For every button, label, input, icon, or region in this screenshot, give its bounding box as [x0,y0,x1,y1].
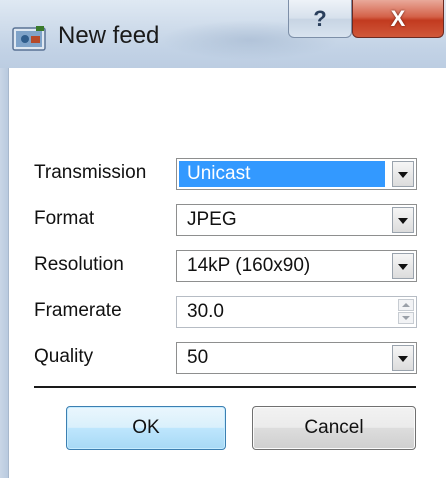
format-value: JPEG [187,209,237,230]
divider [34,386,416,388]
close-icon: X [390,5,406,31]
window-title: New feed [58,22,160,49]
cancel-button[interactable]: Cancel [252,406,416,450]
format-label: Format [34,208,95,229]
help-button[interactable]: ? [288,0,352,38]
transmission-dropdown[interactable]: Unicast [176,158,417,190]
transmission-value: Unicast [187,163,251,184]
help-icon: ? [313,5,327,31]
spinner-buttons [398,299,414,325]
resolution-label: Resolution [34,254,124,275]
spin-down-icon[interactable] [398,312,414,324]
quality-label: Quality [34,346,94,367]
chevron-down-icon[interactable] [392,345,414,371]
chevron-down-icon[interactable] [392,161,414,187]
transmission-label: Transmission [34,162,147,183]
framerate-label: Framerate [34,300,122,321]
framerate-spinner[interactable]: 30.0 [176,296,417,328]
format-dropdown[interactable]: JPEG [176,204,417,236]
chevron-down-icon[interactable] [392,253,414,279]
chevron-down-icon[interactable] [392,207,414,233]
quality-value: 50 [187,347,209,368]
resolution-value: 14kP (160x90) [187,255,311,276]
resolution-dropdown[interactable]: 14kP (160x90) [176,250,417,282]
spin-up-icon[interactable] [398,299,414,311]
ok-button[interactable]: OK [66,406,226,450]
new-feed-dialog: New feed ? X Transmission Unicast Format… [0,0,446,478]
close-button[interactable]: X [352,0,444,38]
camera-feed-icon [12,26,46,51]
framerate-value[interactable]: 30.0 [187,301,224,323]
window-frame [0,68,8,478]
quality-dropdown[interactable]: 50 [176,342,417,374]
